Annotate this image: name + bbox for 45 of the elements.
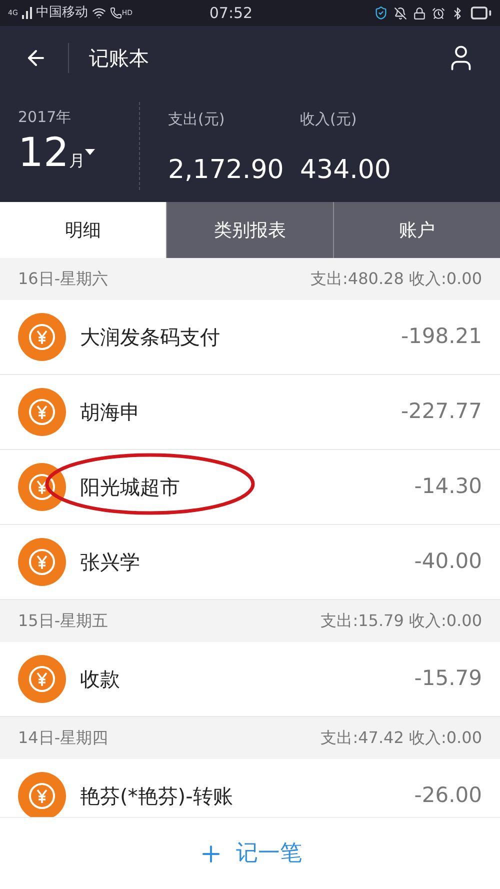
shield-icon — [374, 6, 388, 20]
yen-coin-icon — [18, 538, 66, 586]
signal-icon — [22, 7, 32, 19]
income-total: 434.00 — [300, 154, 391, 186]
transaction-name: 张兴学 — [80, 550, 140, 574]
day-date: 15日-星期五 — [18, 610, 108, 632]
transaction-amount: -15.79 — [414, 665, 482, 692]
carrier-name: 中国移动 — [36, 4, 88, 22]
transaction-amount: -14.30 — [414, 473, 482, 500]
transaction-name: 收款 — [80, 667, 120, 691]
transaction-amount: -26.00 — [414, 782, 482, 810]
transaction-name: 阳光城超市 — [80, 475, 180, 499]
yen-coin-icon — [18, 313, 66, 361]
expense-label: 支出(元) — [168, 109, 226, 130]
day-totals: 支出:480.28 收入:0.00 — [310, 268, 482, 290]
yen-coin-icon — [18, 463, 66, 511]
dropdown-caret-icon — [84, 148, 95, 154]
wifi-icon — [92, 6, 106, 20]
transaction-name: 胡海申 — [80, 400, 140, 424]
tab[interactable]: 账户 — [333, 202, 500, 258]
month-selector[interactable]: 12 月 — [18, 132, 139, 172]
transaction-amount: -40.00 — [414, 548, 482, 576]
income-label: 收入(元) — [300, 109, 358, 130]
year-label: 2017年 — [18, 107, 72, 128]
tab[interactable]: 类别报表 — [166, 202, 333, 258]
add-record-button[interactable]: 记一笔 — [198, 837, 302, 870]
transaction-name: 艳芬(*艳芬)-转账 — [80, 784, 233, 808]
rotation-lock-icon — [413, 6, 426, 20]
transaction-amount: -198.21 — [400, 323, 482, 350]
clock-time: 07:52 — [208, 2, 254, 24]
page-title: 记账本 — [89, 45, 149, 72]
transaction-name: 大润发条码支付 — [80, 325, 220, 349]
bell-off-icon — [394, 6, 407, 20]
transaction-row[interactable]: 阳光城超市 -14.30 — [0, 450, 500, 525]
yen-coin-icon — [18, 388, 66, 436]
transaction-amount: -227.77 — [400, 398, 482, 426]
day-date: 14日-星期四 — [18, 727, 108, 749]
expense-total: 2,172.90 — [168, 154, 285, 186]
phone-icon — [110, 7, 122, 19]
day-totals: 支出:47.42 收入:0.00 — [320, 727, 482, 749]
alarm-icon — [432, 6, 445, 20]
yen-coin-icon — [18, 655, 66, 703]
bluetooth-icon — [451, 6, 464, 20]
day-date: 16日-星期六 — [18, 268, 108, 290]
day-totals: 支出:15.79 收入:0.00 — [320, 610, 482, 632]
